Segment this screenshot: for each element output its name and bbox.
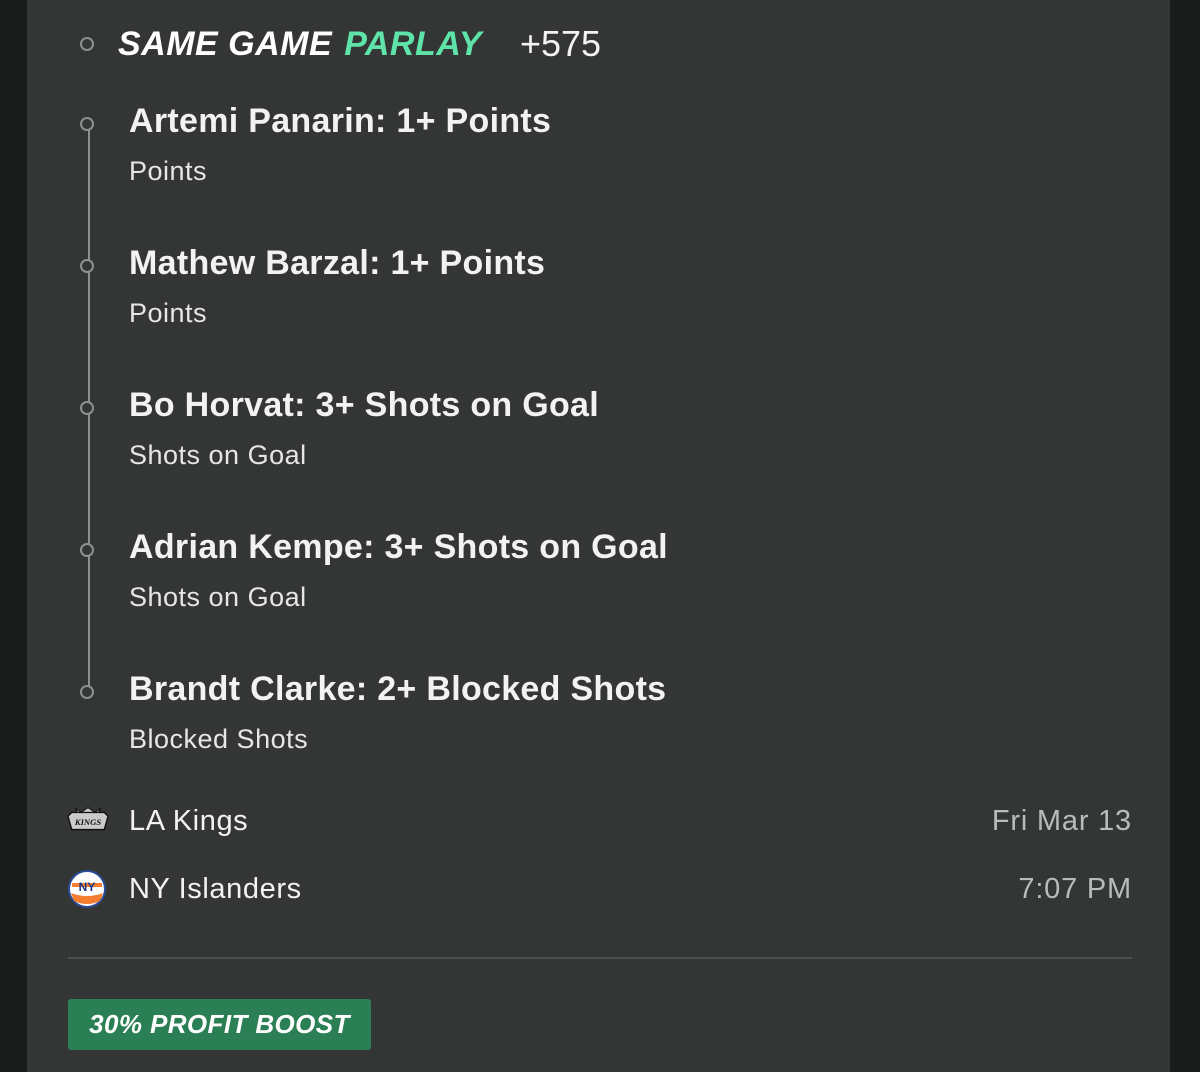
leg-node-icon [80,401,94,415]
profit-boost-label: 30% PROFIT BOOST [89,1009,350,1039]
game-time: 7:07 PM [1018,872,1132,905]
parlay-odds: +575 [519,23,602,64]
parlay-node-icon [80,37,94,51]
away-team-name: LA Kings [129,804,249,837]
section-divider [68,957,1132,959]
ny-islanders-logo-text: NY [79,880,96,894]
home-team-name: NY Islanders [129,872,302,905]
leg-title: Mathew Barzal: 1+ Points [129,244,546,282]
leg-title: Adrian Kempe: 3+ Shots on Goal [129,528,668,566]
leg-market: Points [129,156,208,186]
leg-title: Artemi Panarin: 1+ Points [129,102,552,140]
team-row-home: NY NY Islanders 7:07 PM [66,869,1132,909]
profit-boost-badge: 30% PROFIT BOOST [68,999,371,1050]
leg-title: Bo Horvat: 3+ Shots on Goal [129,386,599,424]
la-kings-logo-icon: KINGS [66,801,110,841]
leg-item: Bo Horvat: 3+ Shots on Goal Shots on Goa… [129,385,599,471]
leg-market: Blocked Shots [129,724,309,754]
leg-title: Brandt Clarke: 2+ Blocked Shots [129,670,667,708]
parlay-header: SAME GAME PARLAY +575 [118,22,601,66]
leg-node-icon [80,117,94,131]
leg-item: Mathew Barzal: 1+ Points Points [129,243,545,329]
leg-market: Points [129,298,208,328]
team-row-away: KINGS LA Kings Fri Mar 13 [66,801,1132,841]
leg-node-icon [80,259,94,273]
leg-node-icon [80,543,94,557]
leg-item: Adrian Kempe: 3+ Shots on Goal Shots on … [129,527,668,613]
leg-market: Shots on Goal [129,582,307,612]
parlay-title-parlay: PARLAY [344,24,482,63]
leg-item: Artemi Panarin: 1+ Points Points [129,101,551,187]
leg-market: Shots on Goal [129,440,307,470]
leg-item: Brandt Clarke: 2+ Blocked Shots Blocked … [129,669,666,755]
parlay-title-same-game: SAME GAME [118,24,333,63]
game-date: Fri Mar 13 [991,804,1132,837]
leg-node-icon [80,685,94,699]
la-kings-logo-text: KINGS [74,817,101,827]
ny-islanders-logo-icon: NY [66,869,110,909]
